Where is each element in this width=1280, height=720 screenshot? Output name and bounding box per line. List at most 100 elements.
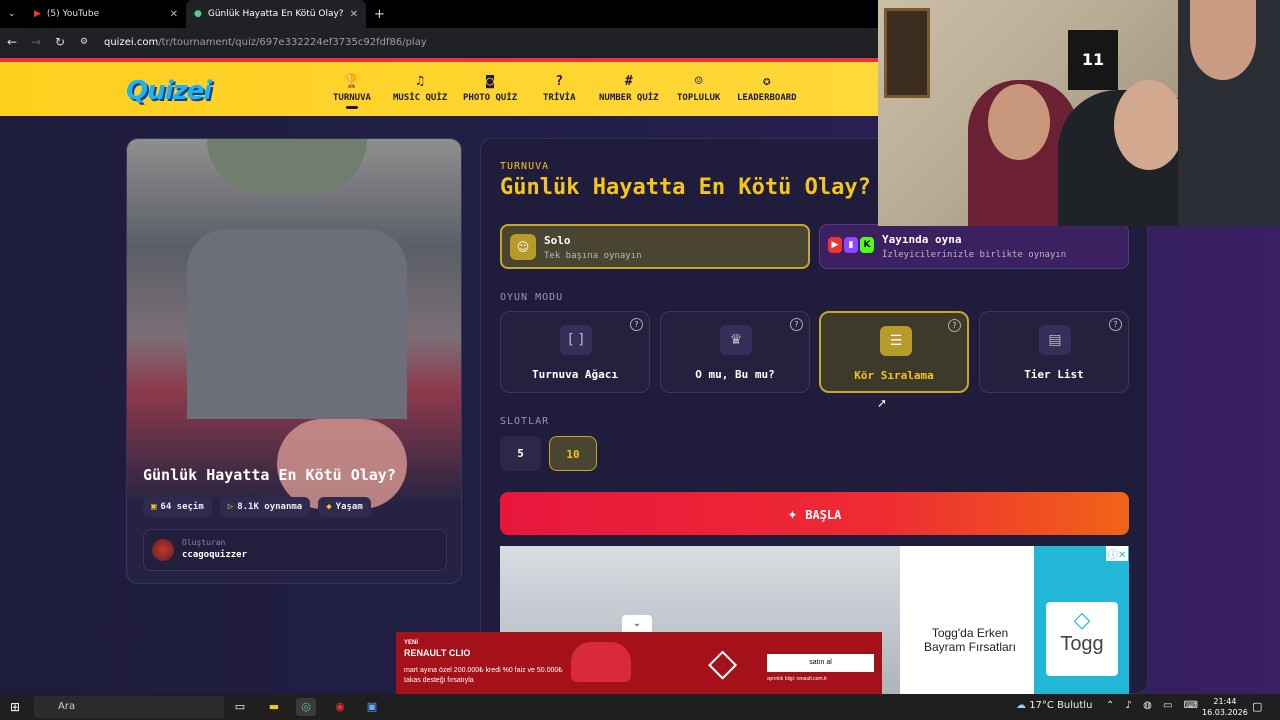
obs-icon[interactable]: ◉ [330,698,350,716]
taskbar-search[interactable]: Ara [34,696,224,718]
stream-option[interactable]: ▶ ▮ K Yayında oyna İzleyicilerinizle bir… [819,224,1129,269]
stat-label: 8.1K oynanma [237,502,303,512]
sparkle-icon: ✦ [787,504,798,523]
option-title: Yayında oyna [882,233,962,246]
webcam-overlay: 11 [878,0,1280,226]
help-icon[interactable]: ? [1109,318,1122,331]
address-bar: ← → ↻ ⚙ quizei.com/tr/tournament/quiz/69… [0,28,878,56]
site-header: Quizei 🏆 TURNUVA ♫ MUSİC QUİZ ◙ PHOTO QU… [0,58,878,116]
browser-tab-youtube[interactable]: ▶ (5) YouTube ✕ [26,0,186,28]
panel-kicker: TURNUVA [500,161,550,172]
creator-name: ccagoquizzer [182,550,248,560]
choices-stat: ▣ 64 seçim [143,497,212,517]
task-view-icon[interactable]: ▭ [230,698,250,716]
mode-o-mu-bu-mu[interactable]: ♛ ? O mu, Bu mu? [660,311,810,393]
option-subtitle: Tek başına oynayın [544,251,642,261]
ad-model: RENAULT CLIO [404,648,471,658]
category-badge[interactable]: ◆ Yaşam [318,497,371,517]
creator-label: Oluşturan [182,538,226,547]
back-icon[interactable]: ← [0,35,24,49]
system-tray-icons[interactable]: ⌃ ♪ ◍ ▭ ⌨ [1106,700,1202,711]
url-field[interactable]: quizei.com/tr/tournament/quiz/697e332224… [104,37,427,48]
date: 16.03.2026 [1202,708,1248,717]
person-left-head [988,84,1050,160]
ad-car-image [571,642,631,682]
mode-tier-list[interactable]: ▤ ? Tier List [979,311,1129,393]
tab-menu-icon[interactable]: ⌄ [0,0,26,28]
nav-label: LEADERBOARD [737,93,797,103]
file-explorer-icon[interactable]: ▬ [264,698,284,716]
creator-box[interactable]: Oluşturan ccagoquizzer [143,529,447,571]
slot-option-10[interactable]: 10 [549,436,597,471]
notification-icon[interactable]: ▢ [1252,700,1262,713]
wall-jersey: 11 [1068,30,1118,90]
help-icon[interactable]: ? [790,318,803,331]
mode-turnuva-agaci[interactable]: [ ] ? Turnuva Ağacı [500,311,650,393]
nav-topluluk[interactable]: ☺ TOPLULUK [677,74,720,103]
stat-label: Yaşam [335,502,363,512]
taskbar: ⊞ ⌕ Ara ▭ ▬ ◎ ◉ ▣ ☁ 17°C Bulutlu ⌃ ♪ ◍ ▭… [0,694,1280,720]
nav-photo-quiz[interactable]: ◙ PHOTO QUİZ [463,74,517,103]
browser-tab-quizei[interactable]: ● Günlük Hayatta En Kötü Olay? ✕ [186,0,366,28]
nav-number-quiz[interactable]: # NUMBER QUİZ [599,74,659,103]
play-icon: ▷ [227,502,234,512]
person-right-head [1190,0,1256,80]
nav-label: TURNUVA [333,93,371,103]
slot-option-5[interactable]: 5 [500,436,541,471]
camera-icon: ◙ [486,74,494,89]
weather-widget[interactable]: ☁ 17°C Bulutlu [1016,700,1092,711]
category-icon: ◆ [326,502,332,512]
tab-label: Günlük Hayatta En Kötü Olay? [207,9,344,19]
mode-label: Kör Sıralama [854,369,934,382]
mode-label: Tier List [1024,368,1084,381]
forward-icon[interactable]: → [24,35,48,49]
quiz-card[interactable]: Günlük Hayatta En Kötü Olay? ▣ 64 seçim ▷… [126,138,462,584]
youtube-icon: ▶ [828,237,842,253]
chevron-down-icon[interactable]: ⌄ [622,615,652,632]
nav-label: PHOTO QUİZ [463,93,518,103]
solo-option[interactable]: ☺ Solo Tek başına oynayın [500,224,810,269]
ordered-list-icon: ☰ [880,326,912,356]
start-button[interactable]: ✦ BAŞLA [500,492,1129,535]
page-title: Günlük Hayatta En Kötü Olay? [500,175,871,200]
ad-fine-print: ayrıntılı bilgi: renault.com.tr [767,676,828,682]
person-middle-head [1114,80,1184,170]
renault-ad[interactable]: YENİ RENAULT CLIO mart ayına özel 200.00… [396,632,882,694]
crown-icon: ♛ [720,325,752,355]
users-icon: ☺ [694,74,703,89]
nav-turnuva[interactable]: 🏆 TURNUVA [333,74,371,109]
time: 21:44 [1213,697,1237,706]
mouse-cursor-icon: ➚ [877,396,888,410]
close-icon[interactable]: ✕ [170,9,178,20]
site-logo[interactable]: Quizei [126,76,212,106]
nav-label: TOPLULUK [677,93,721,103]
close-icon[interactable]: ✕ [350,9,358,20]
site-info-icon[interactable]: ⚙ [72,37,96,47]
nav-trivia[interactable]: ? TRİVİA [543,74,576,103]
nav-label: NUMBER QUİZ [599,93,659,103]
windows-start-icon[interactable]: ⊞ [10,700,20,714]
ad-cta-button[interactable]: satın al [767,654,874,672]
ad-offer: mart ayına özel 200.000₺ kredi %0 faiz v… [404,667,563,684]
ad-close-icon[interactable]: ⓘ✕ [1106,546,1129,561]
stat-label: 64 seçim [160,502,204,512]
app-window-icon[interactable]: ▣ [362,698,382,716]
help-icon[interactable]: ? [630,318,643,331]
trophy-icon: 🏆 [343,74,361,89]
cover-cap-shape [207,139,367,194]
reload-icon[interactable]: ↻ [48,35,72,49]
mode-kor-siralama[interactable]: ☰ ? Kör Sıralama [819,311,969,393]
help-icon[interactable]: ? [948,319,961,332]
chrome-icon[interactable]: ◎ [296,698,316,716]
hash-icon: # [624,74,633,89]
nav-label: MUSİC QUİZ [393,93,448,103]
nav-music-quiz[interactable]: ♫ MUSİC QUİZ [393,74,447,103]
taskbar-clock[interactable]: 21:44 16.03.2026 [1202,696,1248,718]
ad-text: Togg'da Erken Bayram Fırsatları [923,626,1016,654]
bracket-icon: [ ] [560,325,592,355]
mode-label: O mu, Bu mu? [695,368,775,381]
cover-shirt-shape [187,229,407,419]
new-tab-icon[interactable]: + [366,0,393,28]
nav-leaderboard[interactable]: ✪ LEADERBOARD [737,74,797,103]
twitch-icon: ▮ [844,237,858,253]
